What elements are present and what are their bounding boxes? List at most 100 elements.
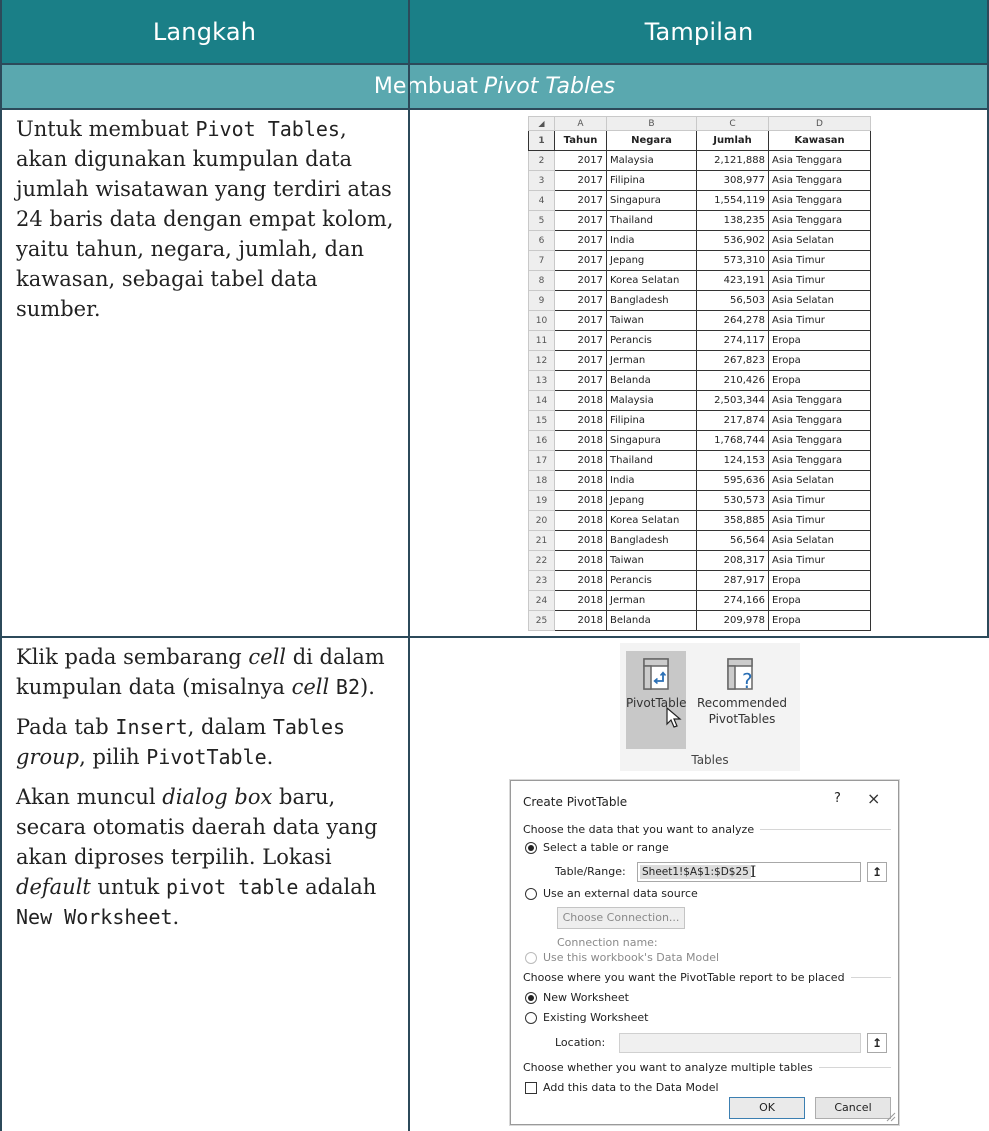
option-existing-worksheet[interactable]: Existing Worksheet (525, 1011, 648, 1024)
cell-jumlah[interactable]: 536,902 (696, 230, 769, 251)
cell-tahun[interactable]: 2018 (554, 610, 607, 631)
cell-jumlah[interactable]: 274,117 (696, 330, 769, 351)
row-number[interactable]: 22 (528, 550, 555, 571)
cell-tahun[interactable]: 2017 (554, 270, 607, 291)
cell-kawasan[interactable]: Asia Tenggara (768, 170, 871, 191)
cell-tahun[interactable]: 2017 (554, 370, 607, 391)
location-collapse-button[interactable]: ↥ (867, 1033, 887, 1053)
row-number[interactable]: 15 (528, 410, 555, 431)
cell-negara[interactable]: Filipina (606, 410, 697, 431)
cell-negara[interactable]: Jerman (606, 590, 697, 611)
cell-tahun[interactable]: 2018 (554, 470, 607, 491)
row-number[interactable]: 12 (528, 350, 555, 371)
range-collapse-button[interactable]: ↥ (867, 862, 887, 882)
cell-negara[interactable]: Jepang (606, 250, 697, 271)
cell-tahun[interactable]: 2017 (554, 330, 607, 351)
cell-tahun[interactable]: 2017 (554, 230, 607, 251)
cell-jumlah[interactable]: 264,278 (696, 310, 769, 331)
cell-tahun[interactable]: 2017 (554, 190, 607, 211)
cell-kawasan[interactable]: Asia Tenggara (768, 430, 871, 451)
radio-selected-icon[interactable] (525, 991, 537, 1004)
cell-kawasan[interactable]: Asia Selatan (768, 230, 871, 251)
cell-tahun[interactable]: 2017 (554, 210, 607, 231)
row-number[interactable]: 13 (528, 370, 555, 391)
option-add-data-model[interactable]: Add this data to the Data Model (525, 1081, 719, 1094)
cell-negara[interactable]: Bangladesh (606, 530, 697, 551)
row-number[interactable]: 4 (528, 190, 555, 211)
cell-kawasan[interactable]: Asia Tenggara (768, 410, 871, 431)
row-number[interactable]: 7 (528, 250, 555, 271)
cell-kawasan[interactable]: Asia Selatan (768, 290, 871, 311)
cell-jumlah[interactable]: 1,554,119 (696, 190, 769, 211)
row-number[interactable]: 6 (528, 230, 555, 251)
cell-jumlah[interactable]: 138,235 (696, 210, 769, 231)
option-select-table[interactable]: Select a table or range (525, 841, 669, 854)
row-number[interactable]: 24 (528, 590, 555, 611)
radio-selected-icon[interactable] (525, 841, 537, 854)
cell-tahun[interactable]: 2017 (554, 350, 607, 371)
cell-tahun[interactable]: 2017 (554, 290, 607, 311)
cell-negara[interactable]: Bangladesh (606, 290, 697, 311)
cell-jumlah[interactable]: 530,573 (696, 490, 769, 511)
cell-negara[interactable]: Thailand (606, 210, 697, 231)
cell-jumlah[interactable]: 209,978 (696, 610, 769, 631)
cell-jumlah[interactable]: 2,503,344 (696, 390, 769, 411)
cell-kawasan[interactable]: Asia Tenggara (768, 190, 871, 211)
pivottable-button[interactable]: PivotTable (626, 651, 687, 749)
cell-negara[interactable]: Jepang (606, 490, 697, 511)
row-number[interactable]: 19 (528, 490, 555, 511)
header-cell[interactable]: Jumlah (696, 130, 769, 151)
cell-negara[interactable]: Belanda (606, 610, 697, 631)
cell-negara[interactable]: Malaysia (606, 150, 697, 171)
cell-kawasan[interactable]: Asia Timur (768, 270, 871, 291)
cell-jumlah[interactable]: 208,317 (696, 550, 769, 571)
row-number[interactable]: 2 (528, 150, 555, 171)
cell-kawasan[interactable]: Asia Selatan (768, 530, 871, 551)
cell-negara[interactable]: Thailand (606, 450, 697, 471)
cell-jumlah[interactable]: 124,153 (696, 450, 769, 471)
cell-tahun[interactable]: 2018 (554, 430, 607, 451)
cell-kawasan[interactable]: Asia Timur (768, 510, 871, 531)
cell-negara[interactable]: Korea Selatan (606, 270, 697, 291)
cell-jumlah[interactable]: 56,564 (696, 530, 769, 551)
row-number[interactable]: 10 (528, 310, 555, 331)
col-header-b[interactable]: B (606, 116, 697, 131)
help-button[interactable]: ? (834, 791, 841, 806)
cell-negara[interactable]: Malaysia (606, 390, 697, 411)
radio-disabled-icon[interactable] (525, 951, 537, 964)
close-button[interactable]: × (867, 789, 880, 808)
cell-kawasan[interactable]: Eropa (768, 330, 871, 351)
cell-kawasan[interactable]: Asia Tenggara (768, 390, 871, 411)
cell-jumlah[interactable]: 287,917 (696, 570, 769, 591)
choose-connection-button[interactable]: Choose Connection... (557, 907, 685, 929)
checkbox-icon[interactable] (525, 1081, 537, 1094)
cell-negara[interactable]: India (606, 230, 697, 251)
cell-negara[interactable]: Filipina (606, 170, 697, 191)
cell-jumlah[interactable]: 210,426 (696, 370, 769, 391)
cell-jumlah[interactable]: 267,823 (696, 350, 769, 371)
cell-tahun[interactable]: 2018 (554, 390, 607, 411)
col-header-a[interactable]: A (554, 116, 607, 131)
row-number[interactable]: 9 (528, 290, 555, 311)
cell-negara[interactable]: Singapura (606, 430, 697, 451)
cell-tahun[interactable]: 2018 (554, 490, 607, 511)
cell-tahun[interactable]: 2018 (554, 450, 607, 471)
cell-kawasan[interactable]: Asia Tenggara (768, 210, 871, 231)
cell-tahun[interactable]: 2017 (554, 250, 607, 271)
table-range-input[interactable]: Sheet1!$A$1:$D$25 I (637, 862, 861, 882)
ok-button[interactable]: OK (729, 1097, 805, 1119)
cell-jumlah[interactable]: 56,503 (696, 290, 769, 311)
cell-kawasan[interactable]: Eropa (768, 610, 871, 631)
select-all-corner[interactable]: ◢ (528, 116, 555, 131)
header-cell[interactable]: Negara (606, 130, 697, 151)
cell-jumlah[interactable]: 595,636 (696, 470, 769, 491)
cell-kawasan[interactable]: Eropa (768, 350, 871, 371)
row-number[interactable]: 23 (528, 570, 555, 591)
cell-negara[interactable]: Belanda (606, 370, 697, 391)
cell-tahun[interactable]: 2018 (554, 530, 607, 551)
cell-tahun[interactable]: 2018 (554, 510, 607, 531)
cell-tahun[interactable]: 2018 (554, 410, 607, 431)
cell-negara[interactable]: Perancis (606, 330, 697, 351)
cell-kawasan[interactable]: Eropa (768, 370, 871, 391)
cell-kawasan[interactable]: Asia Timur (768, 310, 871, 331)
